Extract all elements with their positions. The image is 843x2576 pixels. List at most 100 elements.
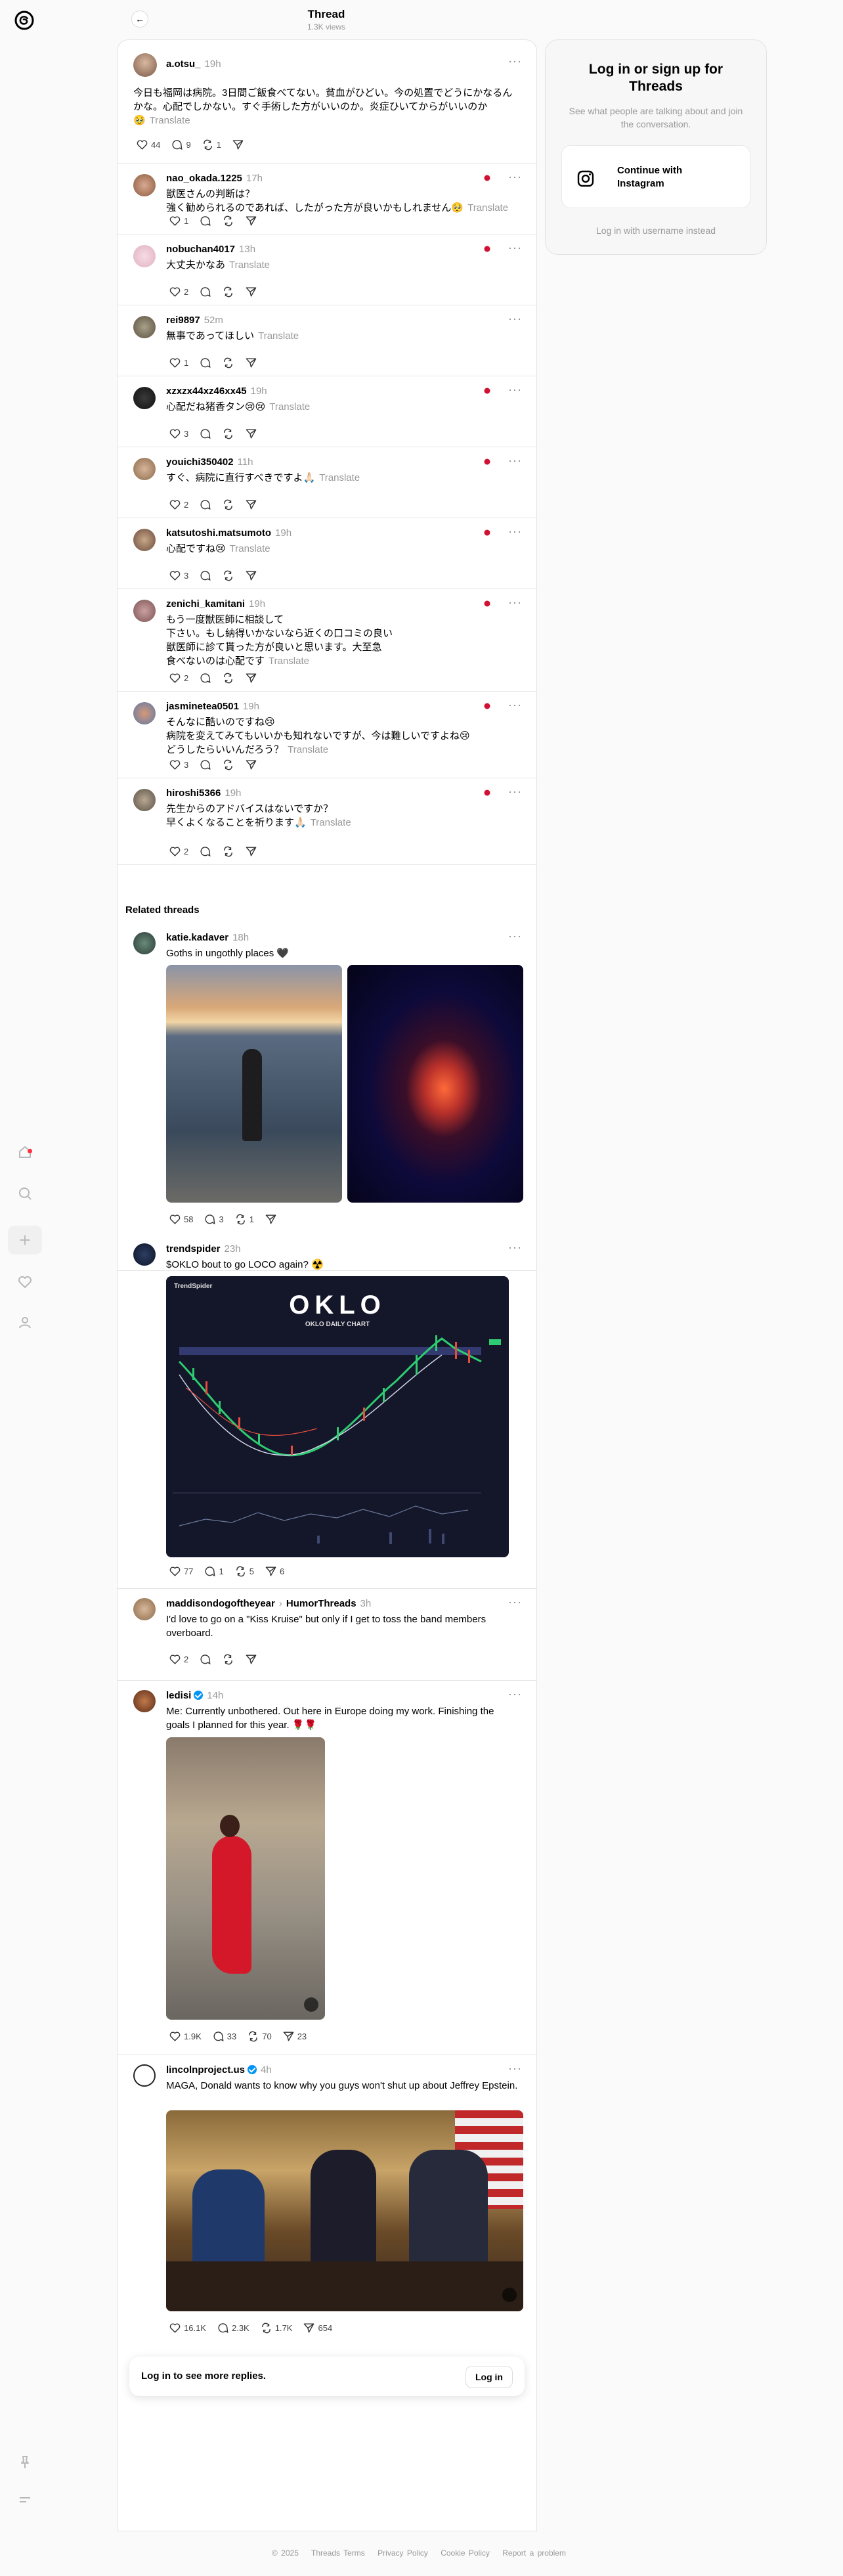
like-button[interactable]: 2 [163,283,194,301]
repost-button[interactable] [217,496,240,514]
avatar[interactable] [133,458,156,480]
repost-button[interactable] [217,756,240,774]
share-button[interactable] [240,843,263,860]
post-author[interactable]: lincolnproject.us 4h [166,2064,272,2076]
share-button[interactable] [240,354,263,372]
avatar[interactable] [133,1690,156,1712]
menu-icon[interactable] [16,2491,34,2509]
repost-button[interactable] [217,843,240,860]
post-author[interactable]: maddisondogoftheyear › HumorThreads 3h [166,1598,371,1609]
reply-button[interactable]: 2.3K [211,2319,255,2337]
post-image[interactable] [347,965,523,1203]
avatar[interactable] [133,529,156,551]
like-button[interactable]: 3 [163,756,194,774]
reply-button[interactable] [194,669,217,687]
more-options-icon[interactable]: ··· [508,1241,522,1255]
avatar[interactable] [133,1598,156,1620]
more-options-icon[interactable]: ··· [508,1595,522,1609]
like-button[interactable]: 58 [163,1210,198,1228]
threads-logo-icon[interactable] [13,9,35,32]
repost-button[interactable] [217,1651,240,1668]
reply-button[interactable] [194,425,217,443]
reply-button[interactable] [194,1651,217,1668]
like-button[interactable]: 2 [163,1651,194,1668]
repost-button[interactable] [217,283,240,301]
translate-link[interactable]: Translate [229,259,270,271]
reply-author[interactable]: youichi350402 11h [166,456,253,468]
repost-button[interactable]: 70 [242,2028,276,2045]
avatar[interactable] [133,600,156,622]
profile-icon[interactable] [16,1314,34,1332]
more-options-icon[interactable]: ··· [508,2062,522,2076]
more-options-icon[interactable]: ··· [508,596,522,610]
avatar[interactable] [133,1243,156,1266]
footer-link-cookies[interactable]: Cookie Policy [441,2548,490,2558]
reply-button[interactable] [194,283,217,301]
share-button[interactable] [240,567,263,585]
pin-icon[interactable] [16,2453,34,2472]
share-button[interactable] [240,1651,263,1668]
repost-button[interactable]: 1.7K [255,2319,298,2337]
avatar[interactable] [133,53,157,77]
translate-link[interactable]: Translate [319,472,360,483]
like-button[interactable]: 1 [163,212,194,230]
post-video[interactable] [166,1737,325,2020]
translate-link[interactable]: Translate [150,115,190,126]
heart-icon[interactable] [16,1273,34,1291]
repost-button[interactable] [217,669,240,687]
more-options-icon[interactable]: ··· [508,698,522,712]
reply-author[interactable]: nobuchan4017 13h [166,244,255,255]
post-video[interactable] [166,2110,523,2311]
reply-author[interactable]: zenichi_kamitani 19h [166,598,265,610]
reply-button[interactable] [194,212,217,230]
more-options-icon[interactable]: ··· [508,454,522,468]
login-button[interactable]: Log in [465,2366,513,2388]
like-button[interactable]: 3 [163,567,194,585]
share-button[interactable]: 23 [277,2028,312,2045]
share-button[interactable] [240,283,263,301]
reply-button[interactable] [194,567,217,585]
share-button[interactable]: 654 [297,2319,337,2337]
repost-button[interactable] [217,425,240,443]
like-button[interactable]: 2 [163,843,194,860]
share-button[interactable] [240,669,263,687]
reply-button[interactable] [194,496,217,514]
more-options-icon[interactable]: ··· [508,241,522,255]
create-button[interactable] [8,1226,42,1255]
post-author[interactable]: katie.kadaver 18h [166,932,249,943]
mute-icon[interactable] [304,1997,318,2012]
translate-link[interactable]: Translate [288,744,328,755]
mute-icon[interactable] [502,2288,517,2302]
reply-author[interactable]: xzxzx44xz46xx45 19h [166,386,267,397]
like-button[interactable]: 77 [163,1563,198,1580]
more-options-icon[interactable]: ··· [508,170,522,184]
like-button[interactable]: 44 [131,136,165,154]
like-button[interactable]: 2 [163,669,194,687]
back-button[interactable]: ← [131,11,148,28]
reply-button[interactable]: 9 [165,136,196,154]
more-options-icon[interactable]: ··· [508,1687,522,1701]
repost-button[interactable] [217,212,240,230]
more-options-icon[interactable]: ··· [508,312,522,326]
reply-button[interactable]: 1 [198,1563,228,1580]
like-button[interactable]: 1 [163,354,194,372]
reply-author[interactable]: nao_okada.1225 17h [166,173,263,184]
share-button[interactable] [240,756,263,774]
reply-button[interactable] [194,354,217,372]
post-image[interactable]: TrendSpider OKLO OKLO DAILY CHART [166,1276,509,1557]
like-button[interactable]: 1.9K [163,2028,207,2045]
more-options-icon[interactable]: ··· [508,525,522,539]
more-options-icon[interactable]: ··· [508,383,522,397]
avatar[interactable] [133,174,156,196]
like-button[interactable]: 16.1K [163,2319,211,2337]
avatar[interactable] [133,789,156,811]
avatar[interactable] [133,2064,156,2087]
share-button[interactable] [240,496,263,514]
avatar[interactable] [133,387,156,409]
continue-with-instagram-button[interactable]: Continue with Instagram [561,145,750,208]
share-button[interactable] [240,425,263,443]
footer-link-terms[interactable]: Threads Terms [311,2548,365,2558]
repost-button[interactable] [217,354,240,372]
avatar[interactable] [133,316,156,338]
share-button[interactable] [227,136,249,154]
